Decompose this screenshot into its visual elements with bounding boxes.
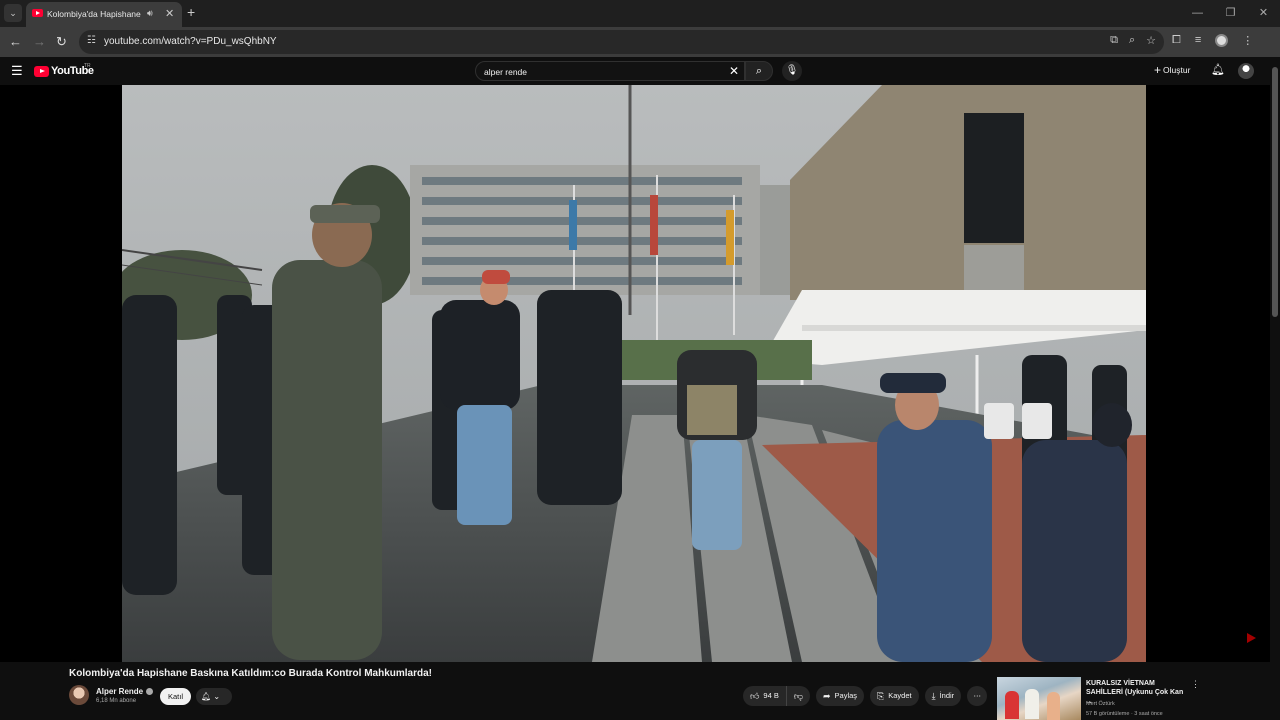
scrollbar-thumb[interactable] [1272,67,1278,317]
video-actions: 👍︎ 94 B 👎︎ ➦ Paylaş ⎘ Kaydet ⤓ İndir ⋯ [743,686,988,706]
video-frame[interactable] [122,85,1146,662]
hamburger-menu-icon[interactable]: ☰ [11,63,23,79]
create-button[interactable]: + Oluştur [1154,63,1190,77]
video-player[interactable] [0,85,1270,662]
bookmark-icon: ⎘ [877,691,885,701]
more-actions-button[interactable]: ⋯ [967,686,988,706]
channel-avatar[interactable] [69,685,89,705]
close-tab-icon[interactable]: ✕ [165,7,174,20]
chrome-menu-icon[interactable]: ⋮ [1242,34,1253,47]
extensions-icon[interactable]: ⧠ [1172,34,1181,47]
url-text[interactable]: youtube.com/watch?v=PDu_wsQhbNY [104,36,277,47]
recommended-video-meta: 57 B görüntüleme · 3 saat önce [1086,711,1163,717]
browser-tab-strip: ⌄ Kolombiya'da Hapishane Baskına Katıldı… [0,0,1280,27]
microphone-icon: 🎙︎ [785,65,799,76]
region-code: TR [84,63,91,69]
share-label: Paylaş [834,691,858,700]
minimize-button[interactable]: — [1181,0,1214,27]
download-icon: ⤓ [931,691,936,701]
browser-toolbar: ← → ↻ ☷ youtube.com/watch?v=PDu_wsQhbNY … [0,27,1280,57]
page-scrollbar[interactable] [1270,57,1280,720]
recommended-video[interactable]: KURALSIZ VİETNAM SAHİLLERİ (Uykunu Çok K… [997,677,1200,720]
youtube-favicon-icon [32,9,43,17]
youtube-header: ☰ YouTube TR alper rende ✕ ⌕ 🎙︎ + Oluştur… [0,57,1280,85]
speaker-icon[interactable]: 🔊︎ [147,8,153,19]
search-button[interactable]: ⌕ [745,61,773,81]
subscriber-count: 6,18 Mn abone [96,698,137,704]
channel-name-text[interactable]: Alper Rende [96,687,143,696]
like-button[interactable]: 👍︎ 94 B [743,686,787,706]
tab-title: Kolombiya'da Hapishane Baskına Katıldım [47,9,143,19]
voice-search-button[interactable]: 🎙︎ [782,61,802,81]
join-button[interactable]: Katıl [160,688,191,705]
restore-button[interactable]: ❐ [1214,0,1247,27]
recommended-video-channel: Mert Öztürk [1086,701,1115,707]
search-query[interactable]: alper rende [484,67,527,77]
download-button[interactable]: ⤓ İndir [924,686,962,706]
bookmark-star-icon[interactable]: ☆ [1146,34,1156,47]
save-button[interactable]: ⎘ Kaydet [870,686,919,706]
subscription-notifications-button[interactable]: 🔔︎ ⌄ [196,688,232,705]
like-count: 94 B [763,691,779,700]
thumbs-down-icon: 👎︎ [793,691,803,701]
more-vertical-icon[interactable]: ⋮ [1191,679,1200,690]
dislike-button[interactable]: 👎︎ [786,686,810,706]
bell-icon: 🔔︎ [201,692,212,701]
browser-tab[interactable]: Kolombiya'da Hapishane Baskına Katıldım … [26,2,182,27]
close-window-button[interactable]: ✕ [1247,0,1280,27]
install-app-icon[interactable]: ⧉ [1110,34,1118,47]
more-horizontal-icon: ⋯ [973,691,981,700]
media-controls-icon[interactable]: ≡ [1195,34,1201,47]
address-bar[interactable]: ☷ youtube.com/watch?v=PDu_wsQhbNY ⧉ ⌕ ☆ [79,30,1164,54]
youtube-logo-icon[interactable] [34,66,49,77]
youtube-watermark-icon [1247,633,1256,643]
channel-name[interactable]: Alper Rende [96,687,154,696]
verified-badge-icon [146,688,154,695]
recommended-video-thumbnail[interactable] [997,677,1081,720]
new-tab-button[interactable]: + [187,4,195,20]
thumbs-up-icon: 👍︎ [750,691,760,701]
search-input[interactable]: alper rende ✕ [475,61,745,81]
download-label: İndir [939,691,955,700]
window-controls: — ❐ ✕ [1181,0,1280,27]
search-icon: ⌕ [755,65,763,77]
tab-search-button[interactable]: ⌄ [4,4,22,22]
account-avatar[interactable] [1238,63,1254,79]
site-info-icon[interactable]: ☷ [87,35,96,46]
save-label: Kaydet [888,691,912,700]
reload-icon[interactable]: ↻ [56,34,67,50]
video-info-panel: Kolombiya'da Hapishane Baskına Katıldım:… [0,662,1270,720]
chevron-down-icon: ⌄ [213,692,221,701]
video-still-image [122,85,1146,662]
back-arrow-icon[interactable]: ← [9,34,22,49]
create-label: Oluştur [1163,65,1191,75]
forward-arrow-icon[interactable]: → [33,34,46,49]
profile-avatar-icon[interactable] [1215,34,1229,47]
share-button[interactable]: ➦ Paylaş [815,686,865,706]
zoom-icon[interactable]: ⌕ [1129,34,1135,47]
notifications-bell-icon[interactable]: 🔔︎ [1211,63,1225,76]
clear-search-icon[interactable]: ✕ [729,64,739,78]
plus-icon: + [1154,63,1162,77]
video-title: Kolombiya'da Hapishane Baskına Katıldım:… [69,668,433,679]
share-arrow-icon: ➦ [822,691,831,701]
